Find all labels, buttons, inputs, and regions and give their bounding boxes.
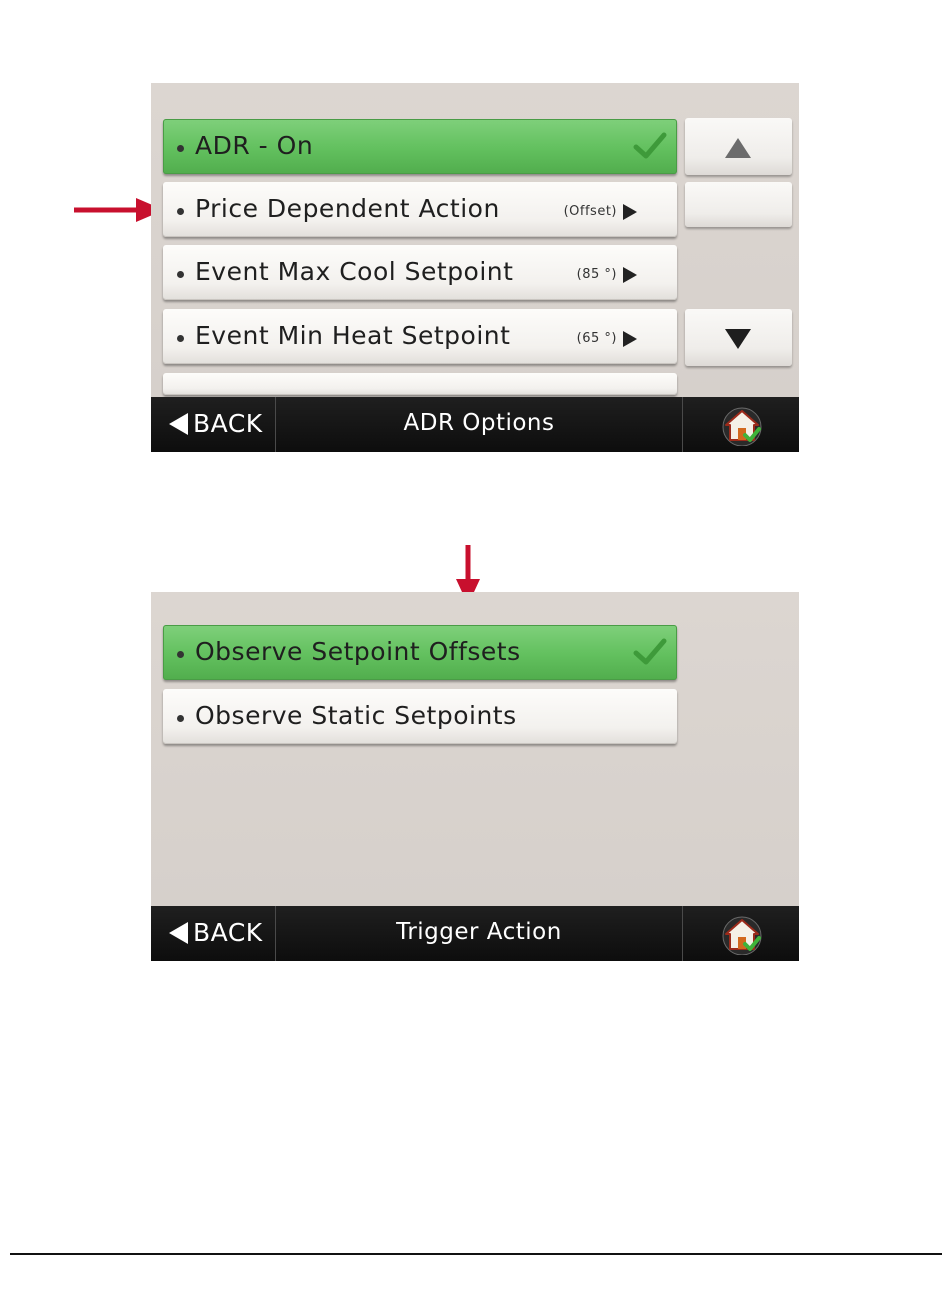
bottom-bar: BACK ADR Options (151, 397, 799, 452)
menu-item-event-min-heat-setpoint[interactable]: Event Min Heat Setpoint (65 °) (163, 309, 677, 364)
menu-item-observe-setpoint-offsets[interactable]: Observe Setpoint Offsets (163, 625, 677, 680)
bullet-icon (177, 145, 184, 152)
menu-item-label: ADR - On (195, 131, 314, 160)
triangle-left-icon (169, 922, 188, 944)
scroll-up-button[interactable] (685, 118, 792, 175)
home-button[interactable] (682, 906, 799, 961)
triangle-up-icon (725, 138, 751, 158)
page-divider (10, 1253, 942, 1255)
menu-item-label: Observe Static Setpoints (195, 701, 517, 730)
screen-title: ADR Options (403, 410, 555, 436)
back-label: BACK (193, 409, 263, 438)
check-icon (633, 638, 667, 665)
menu-item-label: Event Min Heat Setpoint (195, 321, 511, 350)
bullet-icon (177, 271, 184, 278)
back-button[interactable]: BACK (151, 397, 276, 452)
bottom-bar: BACK Trigger Action (151, 906, 799, 961)
bullet-icon (177, 208, 184, 215)
triangle-right-icon (623, 267, 637, 283)
menu-item-label: Price Dependent Action (195, 194, 500, 223)
thermostat-screen-trigger-action: Observe Setpoint Offsets Observe Static … (151, 592, 799, 961)
home-button[interactable] (682, 397, 799, 452)
menu-item-label: Event Max Cool Setpoint (195, 257, 514, 286)
screen-title: Trigger Action (396, 919, 562, 945)
back-label: BACK (193, 918, 263, 947)
bullet-icon (177, 335, 184, 342)
menu-item-value: (65 °) (576, 331, 617, 346)
scroll-blank-button[interactable] (685, 182, 792, 227)
bullet-icon (177, 715, 184, 722)
thermostat-screen-adr-options: ADR - On Price Dependent Action (Offset)… (151, 83, 799, 452)
menu-item-event-max-cool-setpoint[interactable]: Event Max Cool Setpoint (85 °) (163, 245, 677, 300)
check-icon (633, 132, 667, 159)
menu-item-observe-static-setpoints[interactable]: Observe Static Setpoints (163, 689, 677, 744)
home-icon (722, 916, 762, 955)
triangle-right-icon (623, 331, 637, 347)
bullet-icon (177, 651, 184, 658)
home-icon (722, 407, 762, 446)
menu-item-price-dependent-action[interactable]: Price Dependent Action (Offset) (163, 182, 677, 237)
triangle-down-icon (725, 329, 751, 349)
menu-item-label: Observe Setpoint Offsets (195, 637, 521, 666)
back-button[interactable]: BACK (151, 906, 276, 961)
menu-item-adr-on[interactable]: ADR - On (163, 119, 677, 174)
menu-item-partial[interactable] (163, 373, 677, 395)
menu-item-value: (Offset) (563, 204, 617, 219)
triangle-left-icon (169, 413, 188, 435)
scroll-down-button[interactable] (685, 309, 792, 366)
menu-item-value: (85 °) (576, 267, 617, 282)
triangle-right-icon (623, 204, 637, 220)
